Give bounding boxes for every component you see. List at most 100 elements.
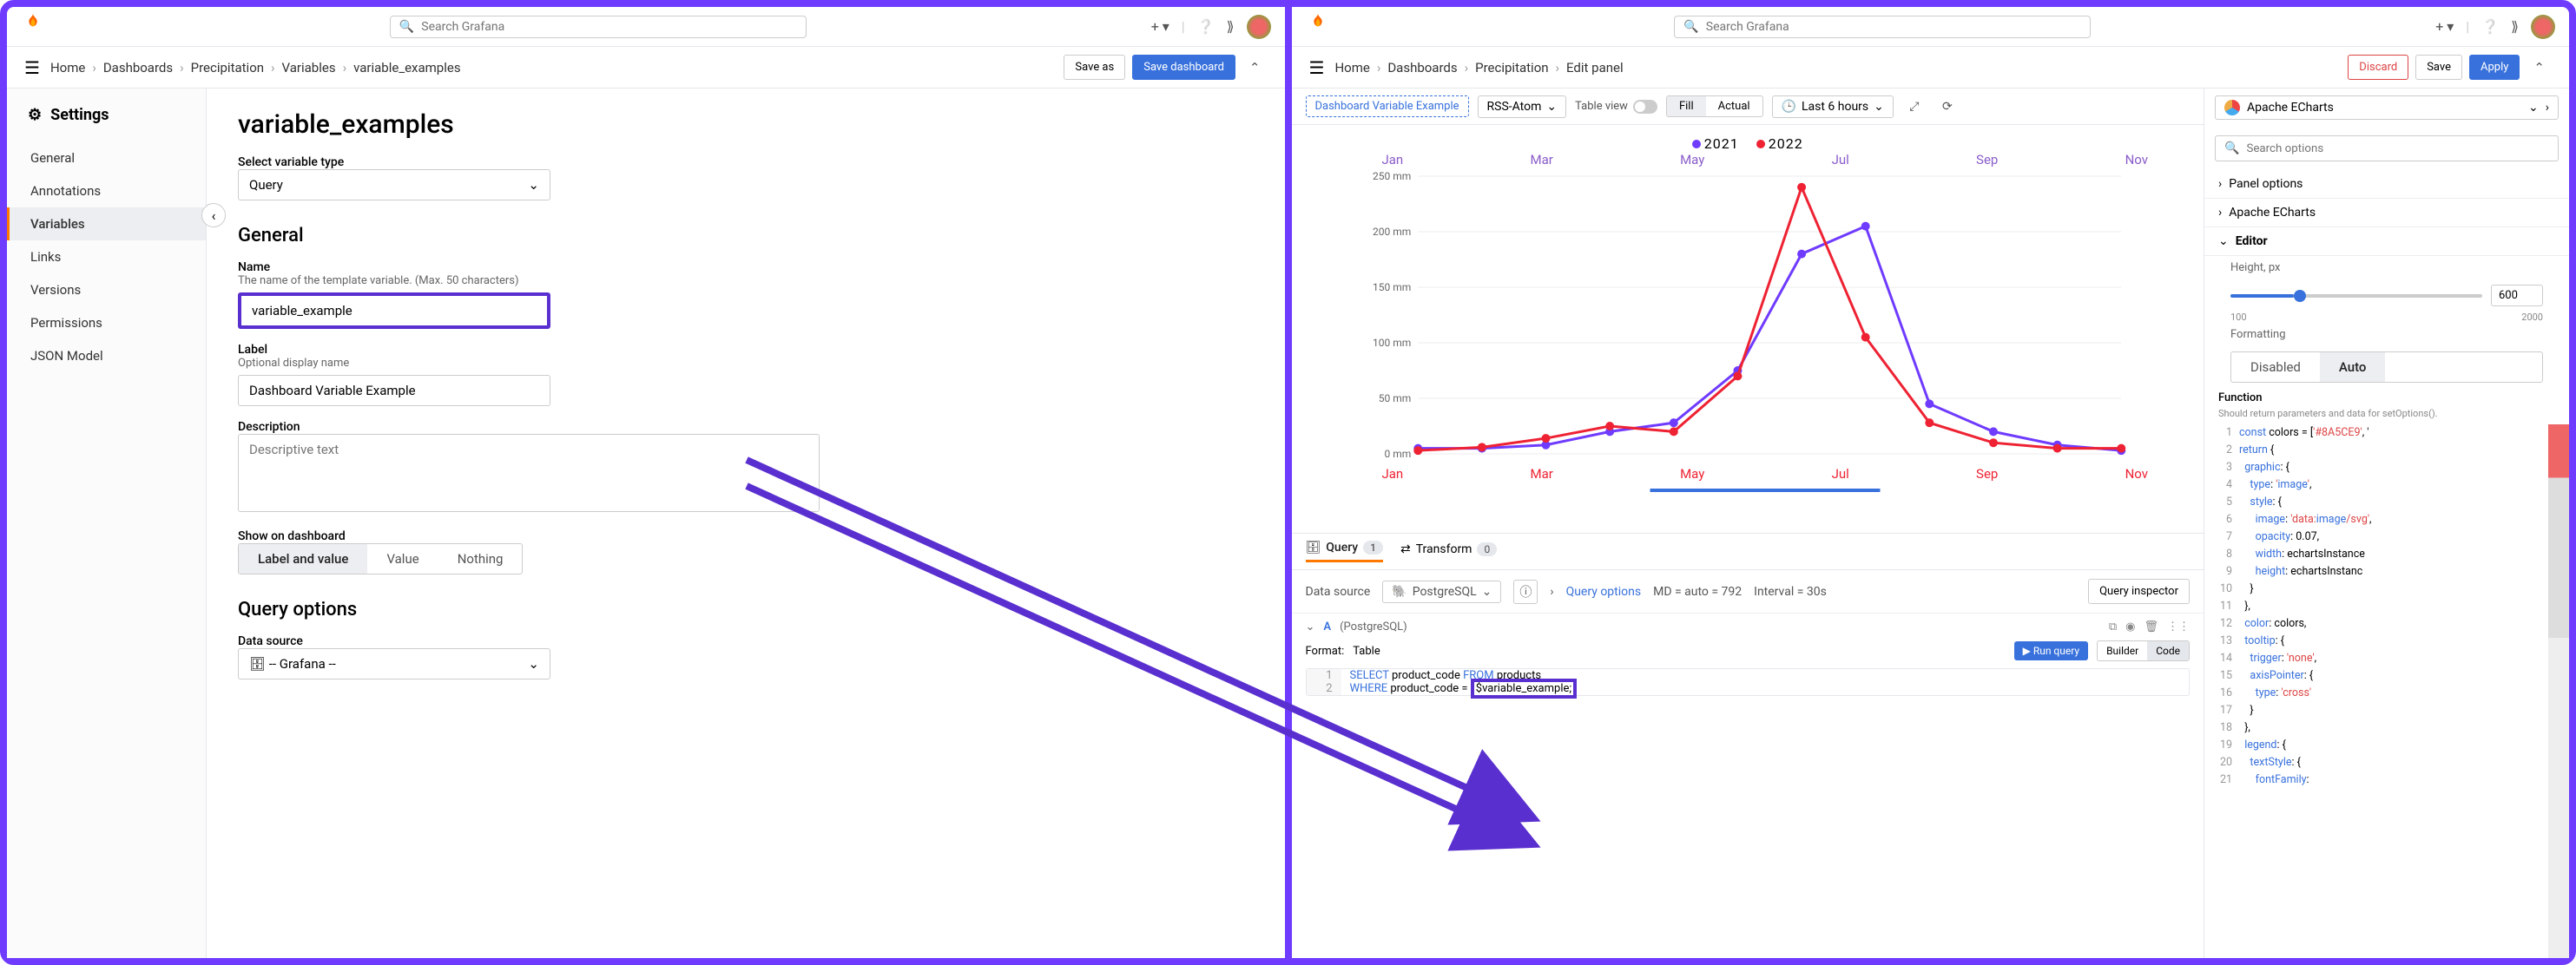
function-help: Should return parameters and data for se… xyxy=(2204,408,2569,424)
menu-icon[interactable]: ☰ xyxy=(1309,57,1325,78)
sidebar-item-permissions[interactable]: Permissions xyxy=(7,306,206,339)
svg-text:200 mm: 200 mm xyxy=(1372,226,1410,238)
rss-icon[interactable]: ⟫ xyxy=(1227,18,1235,35)
show-on-dashboard-label: Show on dashboard xyxy=(238,529,1254,543)
query-tabs: 🗄Query1 ⇄Transform0 xyxy=(1292,533,2204,570)
avatar[interactable] xyxy=(2531,15,2555,39)
eye-icon[interactable]: ◉ xyxy=(2125,620,2135,633)
bottom-axis: JanMarMayJulSepNov xyxy=(1313,466,2184,482)
legend-2021[interactable]: 2021 xyxy=(1692,135,1739,152)
save-button[interactable]: Save xyxy=(2415,55,2462,80)
save-dashboard-button[interactable]: Save dashboard xyxy=(1132,55,1235,80)
add-icon[interactable]: + ▾ xyxy=(2435,18,2454,35)
format-auto[interactable]: Auto xyxy=(2320,352,2386,382)
grafana-logo-icon[interactable] xyxy=(21,12,45,41)
crumb-variables[interactable]: Variables xyxy=(282,60,336,75)
avatar[interactable] xyxy=(1247,15,1271,39)
duplicate-icon[interactable]: ⧉ xyxy=(2109,620,2117,633)
search-icon: 🔍 xyxy=(2224,141,2239,155)
add-icon[interactable]: + ▾ xyxy=(1151,18,1169,35)
crumb-home[interactable]: Home xyxy=(50,60,85,75)
sidebar-collapse-handle[interactable]: ‹ xyxy=(201,203,226,227)
code-option[interactable]: Code xyxy=(2147,641,2189,660)
sidebar-item-annotations[interactable]: Annotations xyxy=(7,174,206,207)
time-range-picker[interactable]: 🕒Last 6 hours⌄ xyxy=(1772,95,1894,118)
label-input[interactable] xyxy=(238,375,550,406)
breadcrumb-bar: ☰ Home› Dashboards› Precipitation› Varia… xyxy=(7,47,1285,89)
fill-option[interactable]: Fill xyxy=(1667,96,1706,116)
name-label: Name xyxy=(238,260,1254,274)
crumb-home[interactable]: Home xyxy=(1334,60,1369,75)
chevron-down-icon: ⌄ xyxy=(1874,100,1884,114)
rss-icon[interactable]: ⟫ xyxy=(2511,18,2519,35)
query-inspector-button[interactable]: Query inspector xyxy=(2088,579,2190,604)
chart-scrubber[interactable] xyxy=(1382,489,2149,492)
minimap[interactable] xyxy=(2548,424,2569,958)
help-icon[interactable]: ❔ xyxy=(1197,18,1215,35)
chevron-right-icon: › xyxy=(2546,101,2549,115)
datasource-settings-icon[interactable]: ⓘ xyxy=(1513,580,1538,604)
format-disabled[interactable]: Disabled xyxy=(2231,352,2320,382)
crumb-precipitation[interactable]: Precipitation xyxy=(191,60,264,75)
apache-echarts-group[interactable]: ›Apache ECharts xyxy=(2204,199,2569,227)
collapse-icon[interactable]: ⌃ xyxy=(1242,56,1268,79)
search-input[interactable] xyxy=(421,20,797,34)
save-as-button[interactable]: Save as xyxy=(1064,55,1125,80)
builder-option[interactable]: Builder xyxy=(2098,641,2147,660)
sidebar-item-general[interactable]: General xyxy=(7,141,206,174)
format-value[interactable]: Table xyxy=(1353,645,1380,658)
height-input[interactable] xyxy=(2491,285,2543,306)
sidebar-item-variables[interactable]: Variables xyxy=(7,207,206,240)
options-search[interactable]: 🔍 xyxy=(2215,135,2559,161)
panel-options-group[interactable]: ›Panel options xyxy=(2204,170,2569,199)
dashboard-variable-pill[interactable]: Dashboard Variable Example xyxy=(1306,95,1469,117)
show-opt-labelvalue[interactable]: Label and value xyxy=(239,544,367,574)
grafana-logo-icon[interactable] xyxy=(1306,12,1330,41)
options-search-input[interactable] xyxy=(2246,142,2549,155)
global-search[interactable]: 🔍 xyxy=(390,16,807,38)
datasource-select[interactable]: 🐘PostgreSQL⌄ xyxy=(1382,581,1501,603)
visualization-picker[interactable]: Apache ECharts ⌄ › xyxy=(2215,95,2559,120)
variable-value-select[interactable]: RSS-Atom⌄ xyxy=(1478,95,1567,118)
actual-option[interactable]: Actual xyxy=(1706,96,1762,116)
run-query-button[interactable]: ▶ Run query xyxy=(2014,641,2088,660)
sql-editor[interactable]: 1SELECT product_code FROM products2WHERE… xyxy=(1306,668,2191,696)
trash-icon[interactable]: 🗑 xyxy=(2144,620,2158,633)
refresh-icon[interactable]: ⟳ xyxy=(1935,95,1960,119)
datasource-select[interactable]: 🗄 -- Grafana --⌄ xyxy=(238,648,550,679)
drag-icon[interactable]: ⋮⋮ xyxy=(2167,620,2190,633)
menu-icon[interactable]: ☰ xyxy=(24,57,40,78)
query-tab[interactable]: 🗄Query1 xyxy=(1306,541,1383,562)
discard-button[interactable]: Discard xyxy=(2348,55,2408,80)
sidebar-item-json-model[interactable]: JSON Model xyxy=(7,339,206,372)
zoom-out-icon[interactable]: ⤢ xyxy=(1902,95,1927,119)
chevron-right-icon: › xyxy=(2218,206,2222,220)
collapse-icon[interactable]: ⌃ xyxy=(2527,56,2552,79)
apply-button[interactable]: Apply xyxy=(2469,55,2520,80)
chevron-right-icon[interactable]: › xyxy=(1550,585,1553,599)
crumb-dashboards[interactable]: Dashboards xyxy=(1387,60,1457,75)
height-slider[interactable] xyxy=(2230,294,2482,298)
var-type-select[interactable]: Query⌄ xyxy=(238,169,550,200)
search-input[interactable] xyxy=(1706,20,2082,34)
chevron-down-icon[interactable]: ⌄ xyxy=(1306,620,1315,633)
table-view-toggle[interactable]: Table view xyxy=(1575,100,1657,114)
function-code-editor[interactable]: 123456789101112131415161718192021 const … xyxy=(2204,424,2569,958)
svg-text:150 mm: 150 mm xyxy=(1372,281,1410,293)
name-input[interactable] xyxy=(238,292,550,329)
transform-tab[interactable]: ⇄Transform0 xyxy=(1400,542,1497,561)
show-opt-nothing[interactable]: Nothing xyxy=(438,544,523,574)
description-textarea[interactable] xyxy=(238,434,820,512)
help-icon[interactable]: ❔ xyxy=(2481,18,2499,35)
query-options-link[interactable]: Query options xyxy=(1566,585,1642,599)
formatting-label: Formatting xyxy=(2204,323,2569,346)
global-search[interactable]: 🔍 xyxy=(1674,16,2091,38)
legend-2022[interactable]: 2022 xyxy=(1756,135,1803,152)
show-opt-value[interactable]: Value xyxy=(367,544,438,574)
sidebar-item-versions[interactable]: Versions xyxy=(7,273,206,306)
crumb-precipitation[interactable]: Precipitation xyxy=(1475,60,1548,75)
sidebar-item-links[interactable]: Links xyxy=(7,240,206,273)
editor-group[interactable]: ⌄Editor xyxy=(2204,227,2569,256)
database-icon: 🗄 xyxy=(249,656,269,672)
crumb-dashboards[interactable]: Dashboards xyxy=(103,60,173,75)
